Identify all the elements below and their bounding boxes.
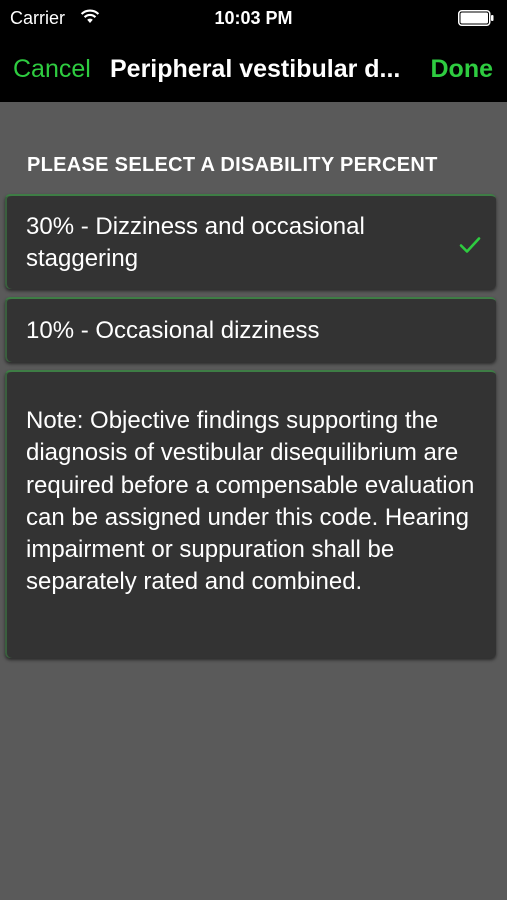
- note-card: Note: Objective findings supporting the …: [5, 370, 496, 658]
- page-title: Peripheral vestibular d...: [110, 55, 401, 83]
- cancel-button[interactable]: Cancel: [13, 54, 91, 84]
- option-label: 30% - Dizziness and occasional staggerin…: [26, 213, 365, 272]
- navigation-bar: Cancel Peripheral vestibular d... Done: [0, 36, 507, 102]
- done-button[interactable]: Done: [431, 54, 494, 84]
- option-label: 10% - Occasional dizziness: [26, 317, 320, 344]
- option-10-percent[interactable]: 10% - Occasional dizziness: [5, 297, 496, 362]
- clock: 10:03 PM: [214, 8, 293, 28]
- status-bar: Carrier 10:03 PM: [0, 0, 507, 36]
- battery-icon: [458, 10, 494, 26]
- note-text: Note: Objective findings supporting the …: [26, 407, 475, 596]
- section-header: PLEASE SELECT A DISABILITY PERCENT: [27, 154, 438, 176]
- option-30-percent[interactable]: 30% - Dizziness and occasional staggerin…: [5, 194, 496, 289]
- checkmark-icon: [459, 237, 481, 253]
